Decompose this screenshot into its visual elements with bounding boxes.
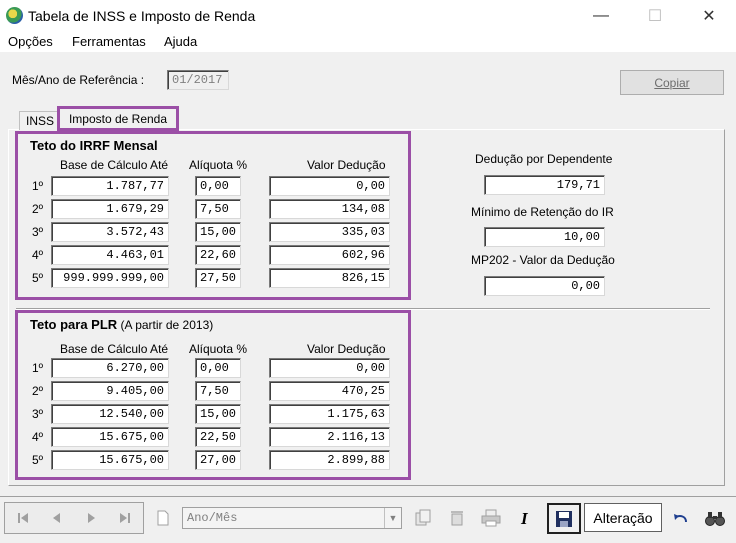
irrf-title: Teto do IRRF Mensal [30, 138, 158, 153]
irrf-aliquota-field[interactable]: 7,50 [195, 199, 241, 219]
plr-deducao-field[interactable]: 2.899,88 [269, 450, 390, 470]
trash-icon[interactable] [442, 503, 472, 533]
irrf-row-label: 1º [32, 179, 44, 193]
print-icon[interactable] [476, 503, 506, 533]
plr-row-label: 3º [32, 407, 44, 421]
irrf-base-field[interactable]: 3.572,43 [51, 222, 169, 242]
plr-aliquota-field[interactable]: 7,50 [195, 381, 241, 401]
plr-title-wrap: Teto para PLR (A partir de 2013) [30, 317, 213, 332]
italic-icon[interactable]: I [510, 503, 540, 533]
menu-bar: Opções Ferramentas Ajuda [0, 31, 736, 52]
plr-row-label: 4º [32, 430, 44, 444]
period-select-value: Ano/Mês [187, 511, 238, 525]
period-select[interactable]: Ano/Mês ▼ [182, 507, 402, 529]
plr-base-field[interactable]: 12.540,00 [51, 404, 169, 424]
plr-row-label: 5º [32, 453, 44, 467]
plr-aliquota-field[interactable]: 0,00 [195, 358, 241, 378]
irrf-col-deducao: Valor Dedução [307, 158, 386, 172]
mp202-label: MP202 - Valor da Dedução [471, 253, 615, 267]
chevron-down-icon[interactable]: ▼ [384, 508, 401, 528]
reference-label: Mês/Ano de Referência : [12, 73, 145, 87]
irrf-base-field[interactable]: 999.999.999,00 [51, 268, 169, 288]
save-icon[interactable] [547, 503, 581, 534]
menu-ajuda[interactable]: Ajuda [164, 34, 197, 49]
first-record-icon[interactable] [8, 503, 38, 533]
copy-doc-icon[interactable] [408, 503, 438, 533]
irrf-aliquota-field[interactable]: 27,50 [195, 268, 241, 288]
plr-col-base: Base de Cálculo Até [60, 342, 169, 356]
mp202-field[interactable]: 0,00 [484, 276, 605, 296]
minimize-button[interactable]: — [578, 0, 624, 31]
close-button[interactable]: ✕ [686, 0, 732, 31]
status-mode: Alteração [584, 503, 662, 532]
last-record-icon[interactable] [110, 503, 140, 533]
plr-row-label: 1º [32, 361, 44, 375]
irrf-row-label: 4º [32, 248, 44, 262]
irrf-base-field[interactable]: 4.463,01 [51, 245, 169, 265]
new-document-icon[interactable] [148, 503, 178, 533]
irrf-deducao-field[interactable]: 134,08 [269, 199, 390, 219]
irrf-row-label: 2º [32, 202, 44, 216]
reference-field: 01/2017 [167, 70, 229, 90]
plr-row-label: 2º [32, 384, 44, 398]
plr-col-deducao: Valor Dedução [307, 342, 386, 356]
irrf-aliquota-field[interactable]: 22,60 [195, 245, 241, 265]
copy-button-label: Copiar [654, 75, 690, 90]
undo-icon[interactable] [666, 503, 696, 533]
svg-text:I: I [520, 510, 529, 526]
plr-col-aliquota: Alíquota % [189, 342, 248, 356]
dependente-label: Dedução por Dependente [475, 152, 613, 166]
plr-title: Teto para PLR [30, 317, 118, 332]
copy-button[interactable]: Copiar [620, 70, 724, 95]
menu-opcoes[interactable]: Opções [8, 34, 53, 49]
irrf-deducao-field[interactable]: 0,00 [269, 176, 390, 196]
maximize-button[interactable]: ☐ [632, 0, 678, 31]
irrf-col-aliquota: Alíquota % [189, 158, 248, 172]
irrf-col-base: Base de Cálculo Até [60, 158, 169, 172]
next-record-icon[interactable] [76, 503, 106, 533]
irrf-row-label: 5º [32, 271, 44, 285]
irrf-row-label: 3º [32, 225, 44, 239]
plr-aliquota-field[interactable]: 22,50 [195, 427, 241, 447]
minimo-field[interactable]: 10,00 [484, 227, 605, 247]
app-icon [6, 7, 23, 24]
plr-deducao-field[interactable]: 0,00 [269, 358, 390, 378]
plr-base-field[interactable]: 6.270,00 [51, 358, 169, 378]
plr-base-field[interactable]: 15.675,00 [51, 450, 169, 470]
irrf-aliquota-field[interactable]: 15,00 [195, 222, 241, 242]
irrf-deducao-field[interactable]: 826,15 [269, 268, 390, 288]
irrf-base-field[interactable]: 1.679,29 [51, 199, 169, 219]
tab-imposto-de-renda[interactable]: Imposto de Renda [57, 106, 179, 131]
menu-ferramentas[interactable]: Ferramentas [72, 34, 146, 49]
binoculars-icon[interactable] [700, 503, 730, 533]
plr-aliquota-field[interactable]: 15,00 [195, 404, 241, 424]
tab-inss[interactable]: INSS [19, 111, 62, 130]
plr-deducao-field[interactable]: 2.116,13 [269, 427, 390, 447]
irrf-base-field[interactable]: 1.787,77 [51, 176, 169, 196]
plr-aliquota-field[interactable]: 27,00 [195, 450, 241, 470]
minimo-label: Mínimo de Retenção do IR [471, 205, 614, 219]
irrf-aliquota-field[interactable]: 0,00 [195, 176, 241, 196]
previous-record-icon[interactable] [42, 503, 72, 533]
title-bar: Tabela de INSS e Imposto de Renda — ☐ ✕ [0, 0, 736, 32]
window-title: Tabela de INSS e Imposto de Renda [28, 8, 256, 24]
plr-base-field[interactable]: 15.675,00 [51, 427, 169, 447]
plr-deducao-field[interactable]: 470,25 [269, 381, 390, 401]
irrf-deducao-field[interactable]: 602,96 [269, 245, 390, 265]
plr-subtitle: (A partir de 2013) [120, 318, 214, 332]
plr-deducao-field[interactable]: 1.175,63 [269, 404, 390, 424]
plr-base-field[interactable]: 9.405,00 [51, 381, 169, 401]
dependente-field[interactable]: 179,71 [484, 175, 605, 195]
irrf-deducao-field[interactable]: 335,03 [269, 222, 390, 242]
